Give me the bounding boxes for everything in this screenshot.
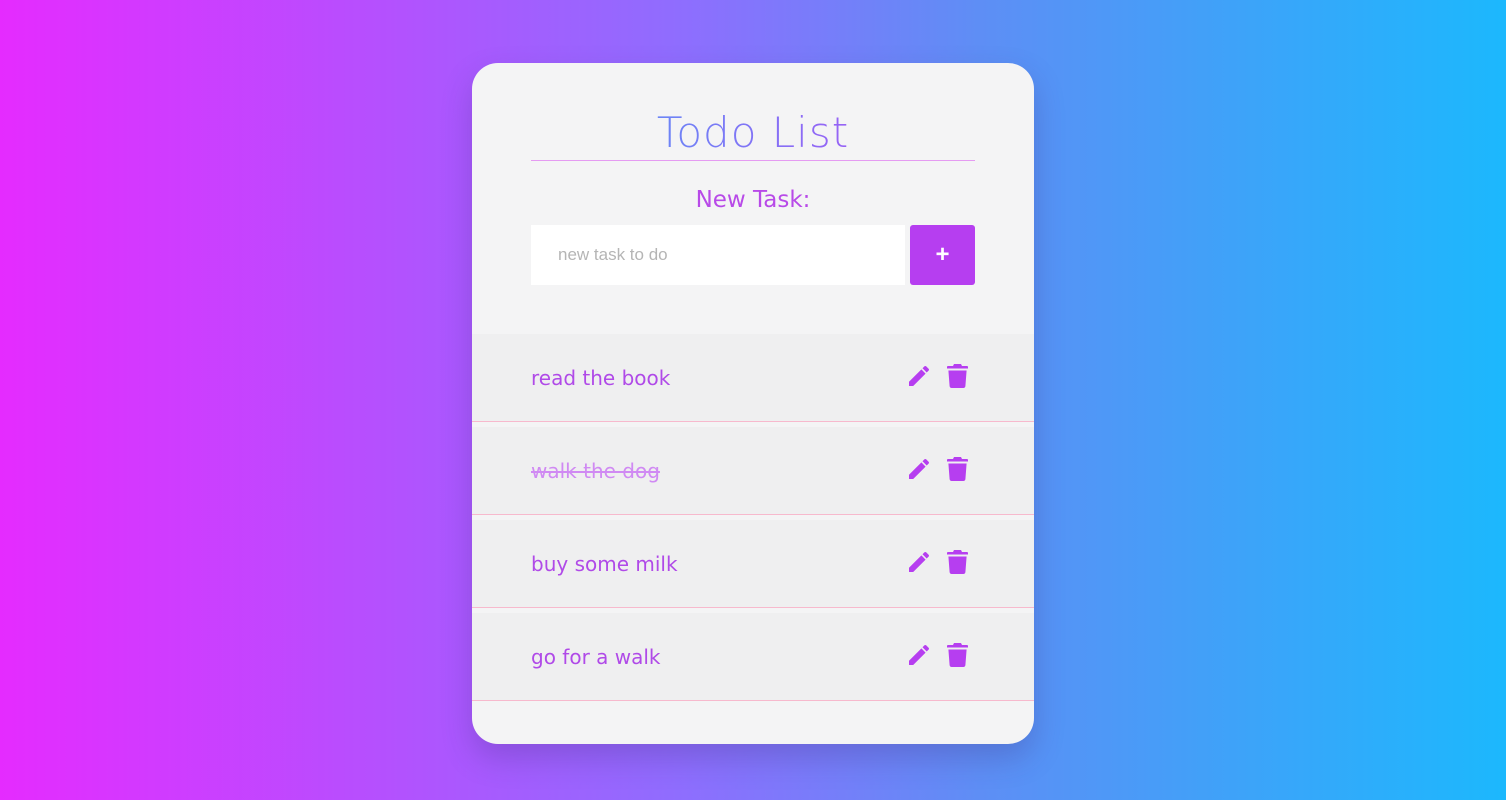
page-title: Todo List bbox=[531, 107, 975, 161]
delete-task-button[interactable] bbox=[944, 641, 970, 669]
task-text-completed[interactable]: walk the dog bbox=[531, 457, 660, 485]
task-item: read the book bbox=[472, 334, 1034, 422]
todo-card: Todo List New Task: + read the book walk… bbox=[472, 63, 1034, 744]
edit-task-button[interactable] bbox=[906, 548, 932, 576]
pencil-icon bbox=[909, 645, 929, 665]
trash-icon bbox=[946, 457, 968, 481]
new-task-label: New Task: bbox=[695, 187, 811, 213]
task-item: buy some milk bbox=[472, 520, 1034, 608]
delete-task-button[interactable] bbox=[944, 548, 970, 576]
trash-icon bbox=[946, 643, 968, 667]
pencil-icon bbox=[909, 552, 929, 572]
task-list: read the book walk the dog buy some milk bbox=[472, 334, 1034, 701]
edit-task-button[interactable] bbox=[906, 641, 932, 669]
pencil-icon bbox=[909, 459, 929, 479]
task-item: go for a walk bbox=[472, 613, 1034, 701]
edit-task-button[interactable] bbox=[906, 362, 932, 390]
new-task-input[interactable] bbox=[531, 225, 905, 285]
task-text[interactable]: go for a walk bbox=[531, 643, 661, 671]
task-text[interactable]: buy some milk bbox=[531, 550, 678, 578]
trash-icon bbox=[946, 550, 968, 574]
edit-task-button[interactable] bbox=[906, 455, 932, 483]
pencil-icon bbox=[909, 366, 929, 386]
task-text[interactable]: read the book bbox=[531, 364, 670, 392]
add-task-button[interactable]: + bbox=[910, 225, 975, 285]
delete-task-button[interactable] bbox=[944, 455, 970, 483]
delete-task-button[interactable] bbox=[944, 362, 970, 390]
task-item: walk the dog bbox=[472, 427, 1034, 515]
trash-icon bbox=[946, 364, 968, 388]
